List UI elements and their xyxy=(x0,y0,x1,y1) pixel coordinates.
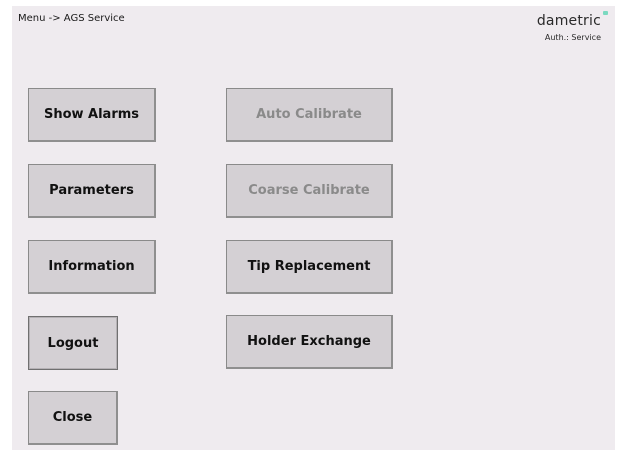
parameters-button[interactable]: Parameters xyxy=(28,164,156,218)
holder-exchange-button[interactable]: Holder Exchange xyxy=(226,315,393,369)
brand-name: dametric xyxy=(536,13,601,29)
close-button[interactable]: Close xyxy=(28,391,118,445)
brand-logo: dametric xyxy=(536,11,608,29)
logout-button[interactable]: Logout xyxy=(28,316,118,370)
tip-replacement-button[interactable]: Tip Replacement xyxy=(226,240,393,294)
show-alarms-button[interactable]: Show Alarms xyxy=(28,88,156,142)
brand-mark-icon xyxy=(603,11,608,15)
information-button[interactable]: Information xyxy=(28,240,156,294)
coarse-calibrate-button[interactable]: Coarse Calibrate xyxy=(226,164,393,218)
auto-calibrate-button[interactable]: Auto Calibrate xyxy=(226,88,393,142)
ags-service-screen: Menu -> AGS Service dametric Auth.: Serv… xyxy=(12,6,615,450)
breadcrumb: Menu -> AGS Service xyxy=(18,13,125,24)
auth-level: Auth.: Service xyxy=(544,33,601,42)
